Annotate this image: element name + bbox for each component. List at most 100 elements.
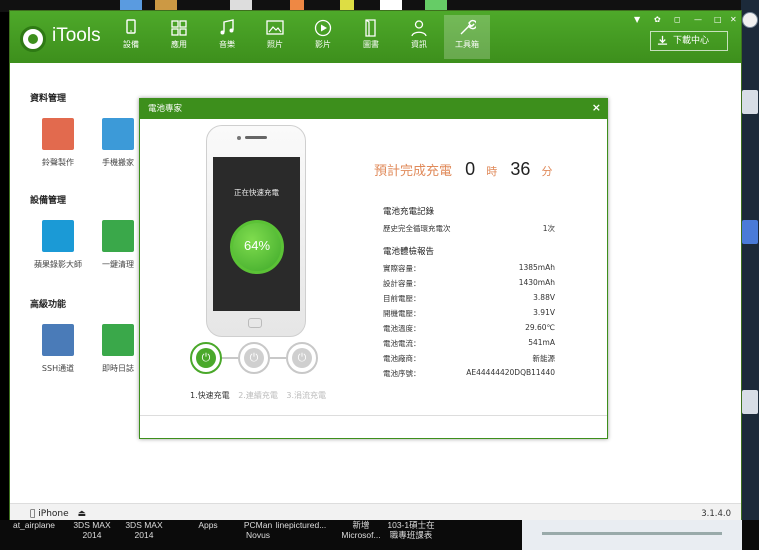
taskbar-preview bbox=[522, 520, 742, 550]
download-center-label: 下載中心 bbox=[673, 36, 710, 46]
nav-tab-3[interactable]: 照片 bbox=[252, 15, 298, 59]
tool-item[interactable]: SSH通道 bbox=[28, 324, 88, 374]
taskbar-item[interactable]: 3DS MAX 2014 bbox=[66, 520, 118, 540]
desktop-thumb bbox=[155, 0, 177, 10]
eta-label: 預計完成充電 bbox=[374, 164, 453, 179]
taskbar-item[interactable]: 3DS MAX 2014 bbox=[118, 520, 170, 540]
mode-connector bbox=[222, 357, 238, 359]
tool-icon bbox=[102, 324, 134, 356]
report-value: 3.91V bbox=[533, 308, 555, 317]
desktop-thumb bbox=[425, 0, 447, 10]
itools-logo-icon bbox=[20, 26, 46, 52]
taskbar-item-label: 2014 bbox=[134, 530, 154, 540]
settings-icon[interactable]: ✿ bbox=[654, 15, 661, 24]
menu-icon[interactable]: ▼ bbox=[634, 15, 640, 24]
nav-tab-label: 設備 bbox=[123, 40, 139, 49]
mode-label: 3.涓流充電 bbox=[286, 391, 327, 400]
nav-tab-7[interactable]: 工具箱 bbox=[444, 15, 490, 59]
record-title: 電池充電記錄 bbox=[383, 207, 435, 217]
battery-expert-dialog: 電池專家 × 正在快速充電 64% ⏻ ⏻ ⏻ 1.快速充電 2.連續充電 3.… bbox=[139, 98, 608, 439]
taskbar-item-label: Apps bbox=[198, 520, 218, 530]
download-center-button[interactable]: 下載中心 bbox=[650, 31, 728, 51]
nav-tab-5[interactable]: 圖書 bbox=[348, 15, 394, 59]
report-key: 電池廠商： bbox=[383, 354, 421, 363]
taskbar-item-label: 新增 bbox=[352, 520, 370, 530]
taskbar-item-label: linepictured... bbox=[275, 520, 327, 530]
report-value: AE44444420DQB11440 bbox=[466, 368, 555, 377]
phone-camera bbox=[237, 136, 241, 140]
taskbar-item[interactable]: linepictured... bbox=[275, 520, 327, 530]
mode-label: 2.連續充電 bbox=[238, 391, 278, 400]
tool-label: SSH通道 bbox=[41, 364, 75, 373]
report-key: 目前電壓： bbox=[383, 294, 421, 303]
nav-tab-label: 照片 bbox=[267, 40, 283, 49]
nav-tab-label: 應用 bbox=[171, 40, 187, 49]
taskbar-item[interactable]: 103-1碩士在 職專班課表 bbox=[385, 520, 437, 540]
nav-tab-1[interactable]: 應用 bbox=[156, 15, 202, 59]
app-name: iTools bbox=[52, 25, 101, 46]
taskbar-item[interactable]: 新增 Microsof... bbox=[335, 520, 387, 540]
desktop-thumb bbox=[290, 0, 304, 10]
desktop-chip bbox=[742, 390, 758, 414]
report-row: 電池序號： AE44444420DQB11440 bbox=[383, 368, 555, 382]
photo-icon bbox=[266, 20, 284, 35]
minimize-icon[interactable]: — bbox=[694, 15, 702, 24]
taskbar-item-label: Novus bbox=[245, 530, 271, 540]
mode-fast-charge: ⏻ bbox=[190, 342, 222, 374]
skin-icon[interactable]: ◻ bbox=[674, 15, 681, 24]
tool-icon bbox=[42, 118, 74, 150]
report-key: 開機電壓： bbox=[383, 309, 421, 318]
download-icon bbox=[657, 35, 668, 53]
report-row: 電池電流： 541mA bbox=[383, 338, 555, 352]
apple-icon:  bbox=[30, 509, 35, 519]
eta: 預計完成充電 0 時 36 分 bbox=[374, 159, 552, 180]
record-key: 歷史完全循環充電次 bbox=[383, 224, 451, 233]
report-value: 541mA bbox=[528, 338, 555, 347]
title-bar: iTools 設備 應用 音樂 照片 影片 圖書 資訊 工具箱 ▼ ✿ ◻ — □ ✕ 下載中… bbox=[10, 11, 741, 63]
tool-item[interactable]: 鈴聲製作 bbox=[28, 118, 88, 168]
dialog-close-icon[interactable]: × bbox=[592, 99, 601, 117]
report-key: 電池電流： bbox=[383, 339, 421, 348]
section-title: 設備管理 bbox=[30, 196, 67, 206]
desktop-chip bbox=[742, 220, 758, 244]
battery-percent: 64% bbox=[243, 238, 271, 253]
device-name[interactable]:  iPhone ⏏ bbox=[30, 509, 86, 519]
plug-icon: ⏻ bbox=[292, 348, 312, 368]
tool-label: 鈴聲製作 bbox=[42, 158, 74, 167]
taskbar-item[interactable]: Apps bbox=[182, 520, 234, 530]
desktop-chip bbox=[742, 90, 758, 114]
apps-icon bbox=[171, 20, 187, 36]
version-label: 3.1.4.0 bbox=[701, 509, 731, 519]
mode-labels: 1.快速充電 2.連續充電 3.涓流充電 bbox=[190, 390, 332, 401]
mode-label: 1.快速充電 bbox=[190, 391, 230, 400]
report-value: 29.60℃ bbox=[525, 323, 555, 332]
tool-item[interactable]: 蘋果錄影大師 bbox=[28, 220, 88, 270]
section-title: 資料管理 bbox=[30, 94, 67, 104]
toolbox-icon bbox=[460, 19, 476, 35]
report-row: 設計容量： 1430mAh bbox=[383, 278, 555, 292]
nav-tab-label: 資訊 bbox=[411, 40, 427, 49]
desktop-thumb bbox=[340, 0, 354, 10]
nav-tab-6[interactable]: 資訊 bbox=[396, 15, 442, 59]
report-row: 電池廠商： 新能源 bbox=[383, 353, 555, 367]
charge-modes: ⏻ ⏻ ⏻ bbox=[190, 342, 330, 378]
taskbar-item[interactable]: at_airplane bbox=[8, 520, 60, 530]
nav-tab-label: 工具箱 bbox=[455, 40, 479, 49]
tool-icon bbox=[42, 324, 74, 356]
video-icon bbox=[314, 19, 332, 37]
mode-continuous-charge: ⏻ bbox=[238, 342, 270, 374]
tool-icon bbox=[42, 220, 74, 252]
eta-hours-unit: 時 bbox=[486, 165, 498, 178]
taskbar-item-label: 3DS MAX bbox=[125, 520, 163, 530]
nav-tab-4[interactable]: 影片 bbox=[300, 15, 346, 59]
nav-tab-label: 影片 bbox=[315, 40, 331, 49]
nav-tab-0[interactable]: 設備 bbox=[108, 15, 154, 59]
nav-tab-2[interactable]: 音樂 bbox=[204, 15, 250, 59]
close-icon[interactable]: ✕ bbox=[730, 15, 737, 24]
taskbar-item-label: 2014 bbox=[82, 530, 102, 540]
report-key: 電池序號： bbox=[383, 369, 421, 378]
report-title: 電池體檢報告 bbox=[383, 247, 435, 257]
maximize-icon[interactable]: □ bbox=[714, 15, 722, 24]
section-title: 高級功能 bbox=[30, 300, 67, 310]
dialog-title: 電池專家 bbox=[140, 99, 607, 119]
